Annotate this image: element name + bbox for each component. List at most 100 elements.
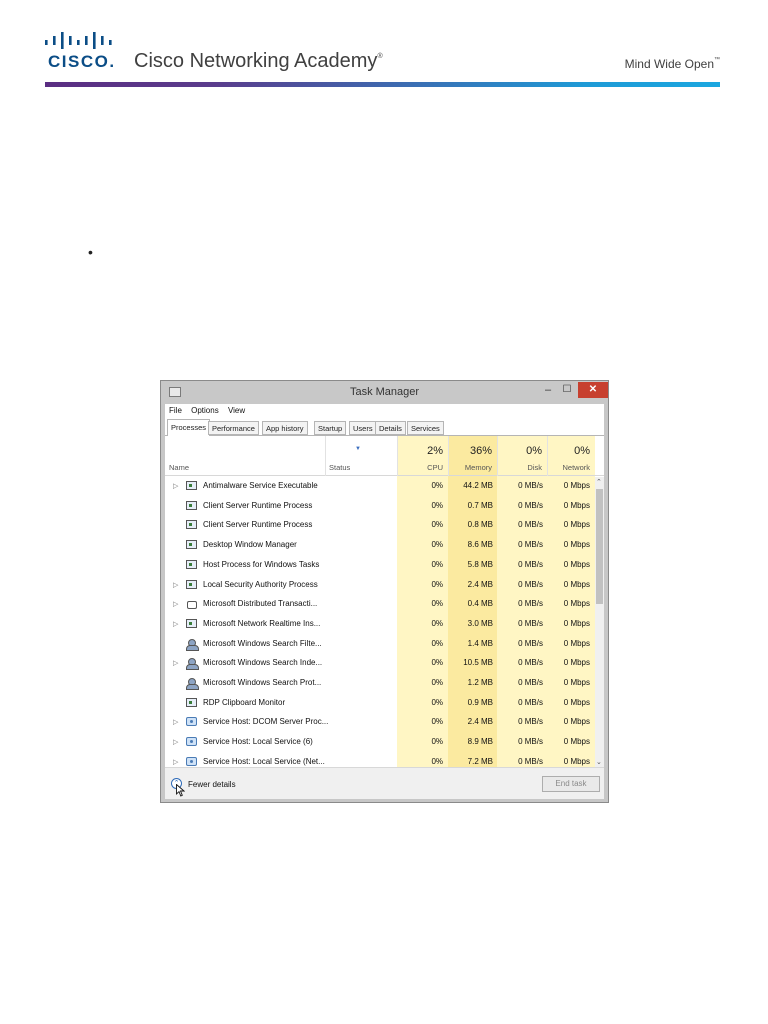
page-header: CISCO. Cisco Networking Academy® Mind Wi… xyxy=(0,0,768,90)
process-cpu: 0% xyxy=(431,618,443,628)
process-list-scrollbar[interactable]: ⌃ ⌄ xyxy=(595,477,604,767)
scroll-thumb[interactable] xyxy=(596,489,603,604)
process-network: 0 Mbps xyxy=(563,756,590,766)
end-task-button[interactable]: End task xyxy=(542,776,600,792)
process-name: Antimalware Service Executable xyxy=(203,481,318,490)
process-name: Microsoft Windows Search Filte... xyxy=(203,638,322,648)
process-row[interactable]: ▷ Microsoft Network Realtime Ins... 0% 3.0 … xyxy=(165,615,595,635)
process-memory: 8.6 MB xyxy=(467,540,493,550)
column-memory[interactable]: 36% Memory xyxy=(448,436,497,476)
menu-options[interactable]: Options xyxy=(191,406,219,415)
app-window-icon xyxy=(186,520,197,530)
process-row[interactable]: Client Server Runtime Process 0% 0.7 MB 0 M… xyxy=(165,497,595,517)
expand-arrow-icon[interactable]: ▷ xyxy=(173,600,178,608)
expand-arrow-icon[interactable]: ▷ xyxy=(173,758,178,766)
process-name: Desktop Window Manager xyxy=(203,540,297,550)
process-row[interactable]: ▷ Microsoft Windows Search Inde... 0% 10.5 … xyxy=(165,654,595,674)
tab-performance[interactable]: Performance xyxy=(208,421,259,435)
process-network: 0 Mbps xyxy=(563,500,590,510)
app-window-icon xyxy=(186,579,197,589)
process-name: Service Host: Local Service (6) xyxy=(203,737,313,747)
process-disk: 0 MB/s xyxy=(518,540,543,550)
app-window-icon xyxy=(186,559,197,569)
process-memory: 2.4 MB xyxy=(467,579,493,589)
tab-app-history[interactable]: App history xyxy=(262,421,308,435)
process-row[interactable]: Microsoft Windows Search Prot... 0% 1.2 MB… xyxy=(165,674,595,694)
column-cpu[interactable]: 2% CPU xyxy=(397,436,448,476)
expand-arrow-icon[interactable]: ▷ xyxy=(173,581,178,589)
process-row[interactable]: ▷ Antimalware Service Executable 0% 44.2 MB… xyxy=(165,477,595,497)
process-row[interactable]: RDP Clipboard Monitor 0% 0.9 MB 0 MB/s 0 Mbp… xyxy=(165,694,595,714)
tab-processes[interactable]: Processes xyxy=(167,419,211,436)
user-icon xyxy=(186,658,199,671)
column-header: Name ▼ Status 2% CPU 36% Memory 0% Disk … xyxy=(165,436,604,476)
process-name: Microsoft Distributed Transacti... xyxy=(203,599,318,609)
column-disk[interactable]: 0% Disk xyxy=(497,436,547,476)
process-row[interactable]: Client Server Runtime Process 0% 0.8 MB 0 M… xyxy=(165,516,595,536)
gear-icon xyxy=(186,717,197,727)
user-icon xyxy=(186,678,199,690)
process-memory: 2.4 MB xyxy=(467,717,493,727)
memory-total: 36% xyxy=(469,445,492,457)
scroll-up-icon[interactable]: ⌃ xyxy=(596,478,602,486)
tab-services[interactable]: Services xyxy=(407,421,444,435)
minimize-button[interactable]: – xyxy=(541,384,555,398)
network-total: 0% xyxy=(574,445,590,457)
process-disk: 0 MB/s xyxy=(518,481,543,490)
cpu-total: 2% xyxy=(427,445,443,457)
process-memory: 0.4 MB xyxy=(467,599,493,609)
fewer-details-link[interactable]: Fewer details xyxy=(188,780,236,789)
expand-arrow-icon[interactable]: ▷ xyxy=(173,659,178,667)
disk-total: 0% xyxy=(526,445,542,457)
column-name[interactable]: Name xyxy=(169,463,189,472)
process-network: 0 Mbps xyxy=(563,737,590,747)
process-row[interactable]: ▷ Microsoft Distributed Transacti... 0% 0.4… xyxy=(165,595,595,615)
tab-users[interactable]: Users xyxy=(349,421,377,435)
expand-arrow-icon[interactable]: ▷ xyxy=(173,718,178,726)
process-memory: 44.2 MB xyxy=(463,481,493,490)
menu-view[interactable]: View xyxy=(228,406,245,415)
menu-file[interactable]: File xyxy=(169,406,182,415)
scroll-down-icon[interactable]: ⌄ xyxy=(596,758,602,766)
process-name: RDP Clipboard Monitor xyxy=(203,697,286,707)
task-manager-content: File Options View Processes Performance … xyxy=(165,404,604,799)
process-memory: 5.8 MB xyxy=(467,559,493,569)
close-button[interactable]: ✕ xyxy=(578,382,608,398)
process-name: Microsoft Windows Search Inde... xyxy=(203,658,323,668)
tab-details[interactable]: Details xyxy=(375,421,406,435)
expand-arrow-icon[interactable]: ▷ xyxy=(173,620,178,628)
gear-icon xyxy=(186,737,197,747)
process-memory: 7.2 MB xyxy=(467,756,493,766)
process-row[interactable]: ▷ Local Security Authority Process 0% 2.4 M… xyxy=(165,576,595,596)
expand-arrow-icon[interactable]: ▷ xyxy=(173,482,178,490)
process-cpu: 0% xyxy=(431,697,443,707)
sort-indicator-icon: ▼ xyxy=(355,446,361,452)
disk-label: Disk xyxy=(527,463,542,472)
tab-startup[interactable]: Startup xyxy=(314,421,347,435)
process-row[interactable]: Host Process for Windows Tasks 0% 5.8 MB 0 … xyxy=(165,556,595,576)
process-row[interactable]: ▷ Service Host: DCOM Server Proc... 0% 2.4 … xyxy=(165,713,595,733)
app-window-icon xyxy=(186,697,197,707)
process-network: 0 Mbps xyxy=(563,599,590,609)
process-row[interactable]: Microsoft Windows Search Filte... 0% 1.4 M… xyxy=(165,635,595,655)
process-cpu: 0% xyxy=(431,500,443,510)
user-icon xyxy=(186,638,199,651)
process-disk: 0 MB/s xyxy=(518,579,543,589)
column-status[interactable]: Status xyxy=(329,463,350,472)
process-name: Client Server Runtime Process xyxy=(203,520,313,530)
column-network[interactable]: 0% Network xyxy=(547,436,595,476)
process-network: 0 Mbps xyxy=(563,540,590,550)
process-row[interactable]: ▷ Service Host: Local Service (Net... 0% 7.… xyxy=(165,753,595,767)
process-disk: 0 MB/s xyxy=(518,658,543,668)
column-separator xyxy=(325,436,326,476)
process-row[interactable]: ▷ Service Host: Local Service (6) 0% 8.9 MB… xyxy=(165,733,595,753)
academy-title: Cisco Networking Academy® xyxy=(134,50,383,73)
process-disk: 0 MB/s xyxy=(518,520,543,530)
process-cpu: 0% xyxy=(431,520,443,530)
process-row[interactable]: Desktop Window Manager 0% 8.6 MB 0 MB/s 0 Mb… xyxy=(165,536,595,556)
process-cpu: 0% xyxy=(431,678,443,687)
expand-arrow-icon[interactable]: ▷ xyxy=(173,738,178,746)
tagline-text: Mind Wide Open xyxy=(624,57,714,71)
title-bar[interactable]: Task Manager – ☐ ✕ xyxy=(161,381,608,404)
maximize-button[interactable]: ☐ xyxy=(560,384,574,398)
